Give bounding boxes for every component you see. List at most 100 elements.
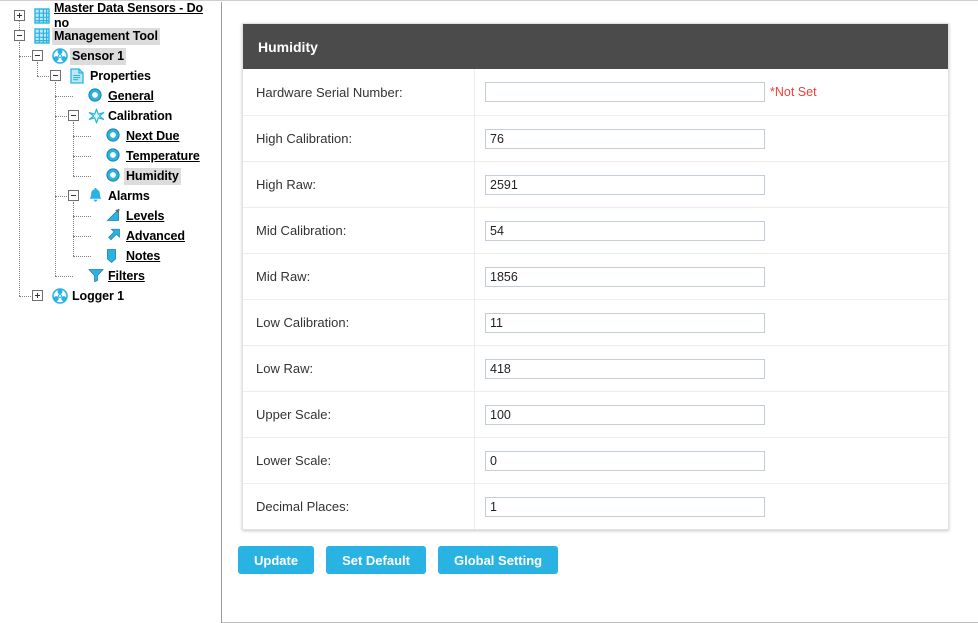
field-input-cell [475, 404, 948, 425]
tree-expander-logger-1[interactable] [32, 290, 43, 301]
note-icon [106, 248, 117, 264]
field-label-text: Decimal Places: [256, 499, 350, 514]
tree-connector [73, 202, 74, 256]
tree-item-management-tool[interactable]: Management Tool [52, 27, 160, 45]
tree-item-levels[interactable]: Levels [124, 207, 166, 225]
field-input-cell [475, 358, 948, 379]
tree-item-logger-1[interactable]: Logger 1 [70, 287, 126, 305]
circle-icon [106, 128, 120, 142]
field-label-high-calibration: High Calibration: [243, 116, 475, 161]
tree-item-general[interactable]: General [106, 87, 156, 105]
panel-header: Humidity [243, 24, 948, 69]
input-upper-scale[interactable] [485, 404, 765, 425]
tree-connector [55, 276, 73, 277]
tree-item-label: Filters [108, 268, 145, 283]
input-mid-raw[interactable] [485, 266, 765, 287]
arrow-icon [106, 228, 121, 243]
grid-icon [34, 8, 50, 24]
field-label-text: Lower Scale: [256, 453, 332, 468]
input-mid-calibration[interactable] [485, 220, 765, 241]
tree-item-label: Notes [126, 248, 161, 263]
input-high-calibration[interactable] [485, 128, 765, 149]
tree-item-temperature[interactable]: Temperature [124, 147, 202, 165]
field-input-cell [475, 312, 948, 333]
funnel-icon [88, 268, 104, 282]
field-label-mid-calibration: Mid Calibration: [243, 208, 475, 253]
document-icon [70, 68, 84, 84]
tree-item-alarms[interactable]: Alarms [106, 187, 152, 205]
tree-expander-properties[interactable] [50, 70, 61, 81]
form-row-decimal-places: Decimal Places: [243, 483, 948, 529]
input-low-calibration[interactable] [485, 312, 765, 333]
tree-item-label: Management Tool [52, 27, 160, 45]
form-row-mid-raw: Mid Raw: [243, 253, 948, 299]
tree-item-label: Temperature [126, 148, 200, 163]
tree-item-label: General [108, 88, 154, 103]
settings-form: Hardware Serial Number: *Not Set High Cali… [243, 69, 948, 529]
update-button[interactable]: Update [238, 546, 315, 574]
tree-item-label: Alarms [108, 188, 150, 203]
tree-connector [73, 136, 91, 137]
circle-icon [106, 148, 120, 162]
tree-item-label: Logger 1 [72, 288, 124, 303]
field-label-low-calibration: Low Calibration: [243, 300, 475, 345]
circle-icon [88, 88, 102, 102]
tree-item-label: Next Due [126, 128, 180, 143]
tree-connector [73, 156, 91, 157]
input-lower-scale[interactable] [485, 450, 765, 471]
content-pane: Humidity Hardware Serial Number: *Not Set… [222, 2, 978, 622]
tree-expander-management-tool[interactable] [14, 30, 25, 41]
navigation-tree-pane: Master Data Sensors - Do no Management T… [0, 2, 222, 623]
field-label-mid-raw: Mid Raw: [243, 254, 475, 299]
tree-connector [73, 216, 91, 217]
levels-icon [106, 208, 122, 222]
form-row-hardware-serial-number: Hardware Serial Number: *Not Set [243, 69, 948, 115]
tree-item-master-data-sensors[interactable]: Master Data Sensors - Do no [52, 2, 221, 30]
field-input-cell [475, 496, 948, 517]
field-input-cell [475, 450, 948, 471]
input-decimal-places[interactable] [485, 496, 765, 517]
bell-icon [88, 188, 103, 204]
grid-icon [34, 28, 50, 44]
tree-expander-alarms[interactable] [68, 190, 79, 201]
field-label-high-raw: High Raw: [243, 162, 475, 207]
tree-item-label: Calibration [108, 108, 173, 123]
field-label-text: Mid Calibration: [256, 223, 347, 238]
form-row-mid-calibration: Mid Calibration: [243, 207, 948, 253]
tree-item-calibration[interactable]: Calibration [106, 107, 174, 125]
input-hardware-serial-number[interactable] [485, 82, 765, 102]
tree-item-advanced[interactable]: Advanced [124, 227, 187, 245]
form-row-low-raw: Low Raw: [243, 345, 948, 391]
page-title: Humidity [258, 38, 318, 55]
field-label-text: Upper Scale: [256, 407, 332, 422]
form-row-high-raw: High Raw: [243, 161, 948, 207]
tree-connector [55, 82, 56, 276]
tree-connector [73, 122, 74, 176]
tree-item-label: Properties [90, 68, 151, 83]
input-low-raw[interactable] [485, 358, 765, 379]
tree-item-label: Advanced [126, 228, 185, 243]
set-default-button[interactable]: Set Default [326, 546, 426, 574]
tree-expander-calibration[interactable] [68, 110, 79, 121]
field-label-lower-scale: Lower Scale: [243, 438, 475, 483]
form-row-high-calibration: High Calibration: [243, 115, 948, 161]
sensor-icon [52, 288, 68, 304]
tree-item-humidity[interactable]: Humidity [124, 167, 181, 185]
tree-item-label: Levels [126, 208, 165, 223]
tree-expander-sensor-1[interactable] [32, 50, 43, 61]
tree-item-notes[interactable]: Notes [124, 247, 162, 265]
field-input-cell [475, 174, 948, 195]
input-high-raw[interactable] [485, 174, 765, 195]
form-actions: Update Set Default Global Setting [238, 546, 559, 574]
tree-item-filters[interactable]: Filters [106, 267, 147, 285]
field-note-hardware-serial-number: *Not Set [770, 85, 817, 99]
tree-item-properties[interactable]: Properties [88, 67, 153, 85]
tree-item-sensor-1[interactable]: Sensor 1 [70, 47, 127, 65]
tree-item-next-due[interactable]: Next Due [124, 127, 181, 145]
tree-expander-master-data-sensors[interactable] [14, 10, 25, 21]
tree-connector [73, 176, 91, 177]
field-label-text: High Raw: [256, 177, 316, 192]
field-label-text: High Calibration: [256, 131, 353, 146]
tree-item-label: Humidity [124, 167, 181, 185]
global-setting-button[interactable]: Global Setting [437, 546, 559, 574]
